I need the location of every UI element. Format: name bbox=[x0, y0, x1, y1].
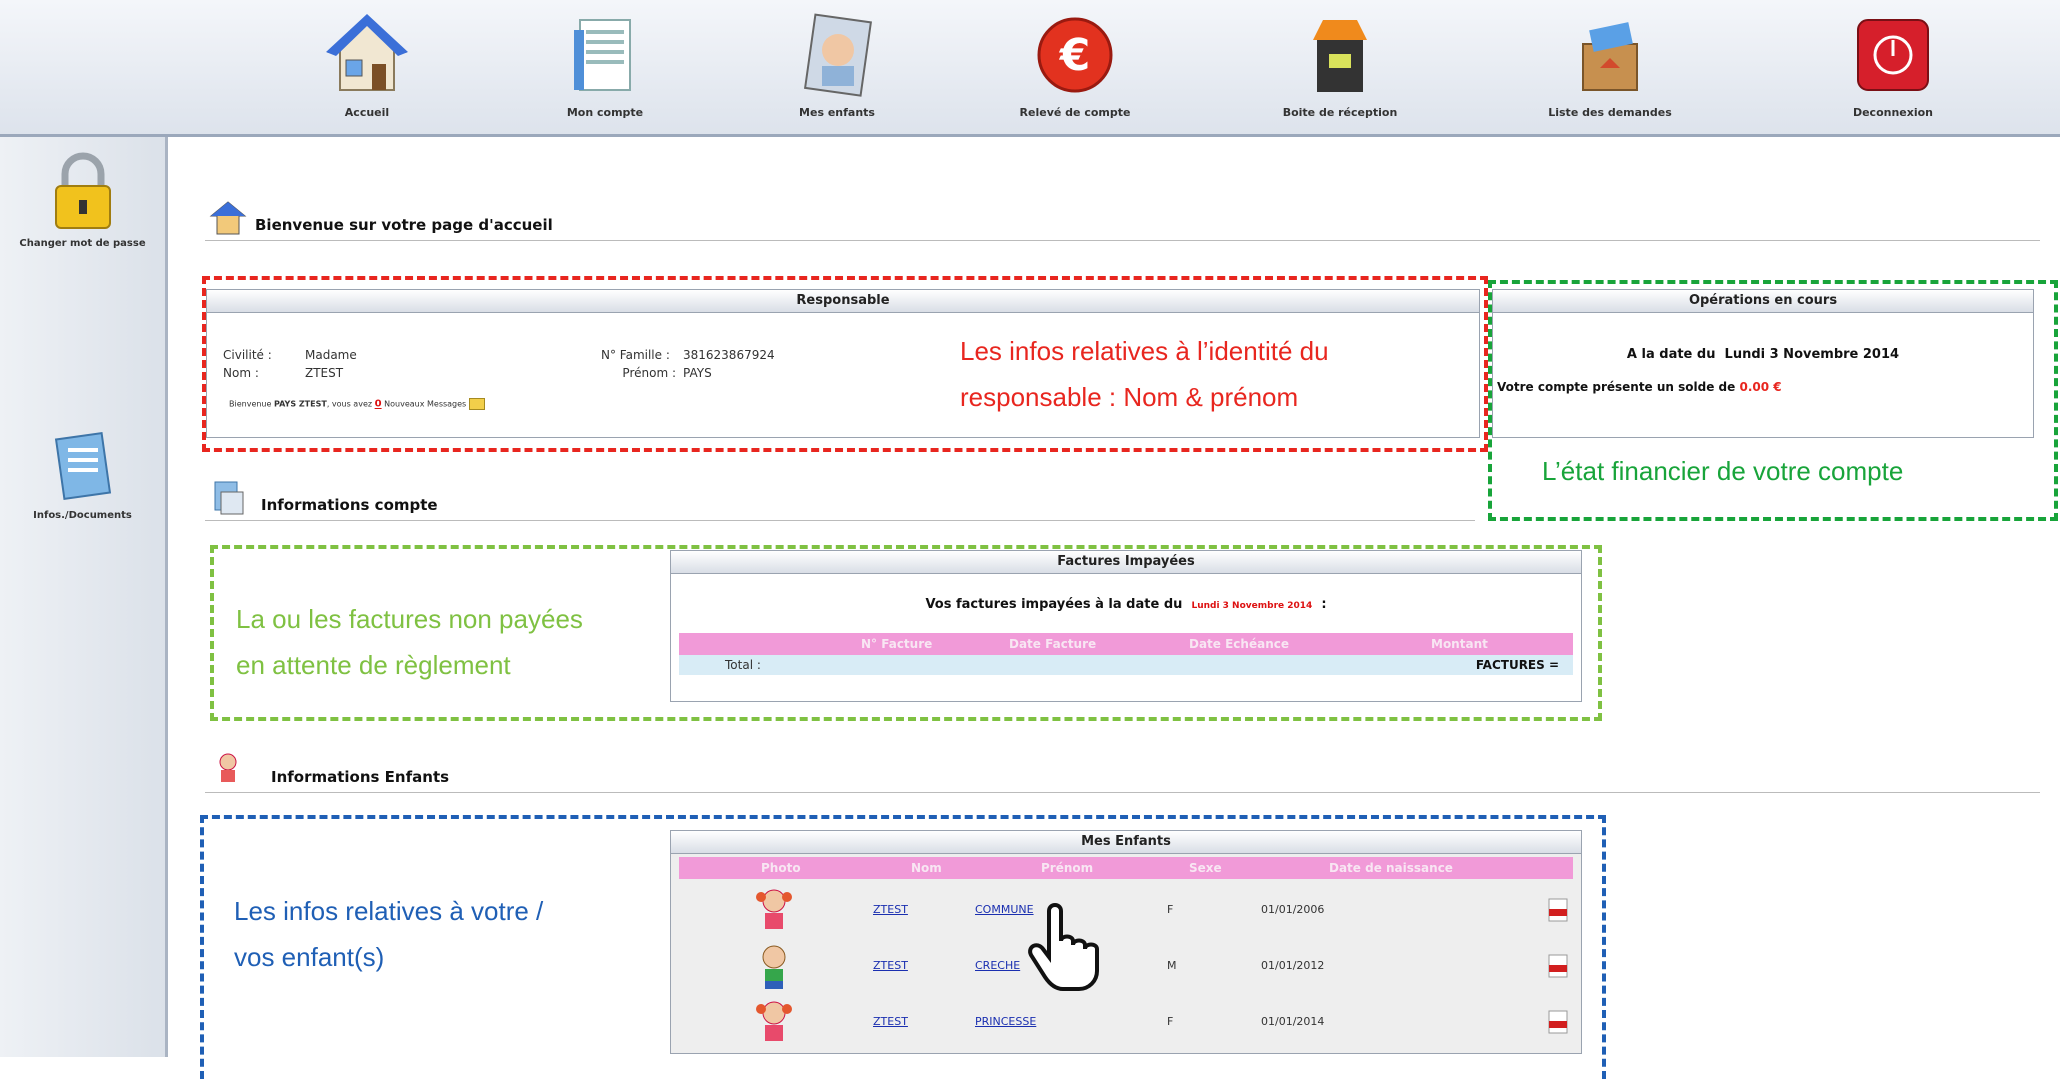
child-photo-icon bbox=[792, 10, 882, 100]
nav-mon-compte[interactable]: Mon compte bbox=[520, 10, 690, 119]
sidebar-item-change-password[interactable]: Changer mot de passe bbox=[0, 152, 165, 249]
nav-boite-reception[interactable]: Boite de réception bbox=[1255, 10, 1425, 119]
welcome-section-header: Bienvenue sur votre page d'accueil bbox=[205, 200, 2040, 241]
invoices-annotation-text: La ou les factures non payées en attente… bbox=[236, 604, 583, 680]
section-title: Informations Enfants bbox=[271, 768, 450, 786]
padlock-icon bbox=[48, 152, 118, 232]
home-small-icon bbox=[209, 200, 247, 236]
account-small-icon bbox=[209, 480, 247, 516]
top-navigation-bar: Accueil Mon compte Mes enfants € Relevé … bbox=[0, 0, 2060, 137]
nav-label: Boite de réception bbox=[1282, 106, 1398, 119]
svg-text:€: € bbox=[1059, 30, 1091, 81]
children-annotation-text: Les infos relatives à votre / vos enfant… bbox=[234, 896, 544, 972]
inbox-icon bbox=[1295, 10, 1385, 100]
home-icon bbox=[322, 10, 412, 100]
left-sidebar: Changer mot de passe Infos./Documents bbox=[0, 137, 168, 1057]
power-icon bbox=[1848, 10, 1938, 100]
nav-label: Accueil bbox=[344, 106, 390, 119]
page-title: Bienvenue sur votre page d'accueil bbox=[255, 216, 553, 234]
nav-mes-enfants[interactable]: Mes enfants bbox=[752, 10, 922, 119]
account-document-icon bbox=[560, 10, 650, 100]
nav-accueil[interactable]: Accueil bbox=[282, 10, 452, 119]
nav-label: Mes enfants bbox=[799, 106, 875, 119]
child-small-icon bbox=[209, 752, 247, 788]
requests-box-icon bbox=[1565, 10, 1655, 100]
nav-label: Liste des demandes bbox=[1548, 106, 1672, 119]
sidebar-item-label: Infos./Documents bbox=[33, 510, 132, 521]
nav-liste-demandes[interactable]: Liste des demandes bbox=[1525, 10, 1695, 119]
section-title: Informations compte bbox=[261, 496, 438, 514]
children-section-header: Informations Enfants bbox=[205, 752, 2040, 793]
nav-label: Deconnexion bbox=[1852, 106, 1934, 119]
nav-label: Relevé de compte bbox=[1019, 106, 1131, 119]
documents-icon bbox=[48, 424, 118, 504]
nav-releve-compte[interactable]: € Relevé de compte bbox=[990, 10, 1160, 119]
sidebar-item-infos-documents[interactable]: Infos./Documents bbox=[0, 424, 165, 521]
nav-label: Mon compte bbox=[566, 106, 644, 119]
nav-deconnexion[interactable]: Deconnexion bbox=[1808, 10, 1978, 119]
account-section-header: Informations compte bbox=[205, 480, 1475, 521]
euro-icon: € bbox=[1030, 10, 1120, 100]
identity-annotation-text: Les infos relatives à l’identité du resp… bbox=[960, 336, 1329, 412]
financial-annotation-text: L’état financier de votre compte bbox=[1542, 456, 1904, 486]
sidebar-item-label: Changer mot de passe bbox=[19, 238, 146, 249]
